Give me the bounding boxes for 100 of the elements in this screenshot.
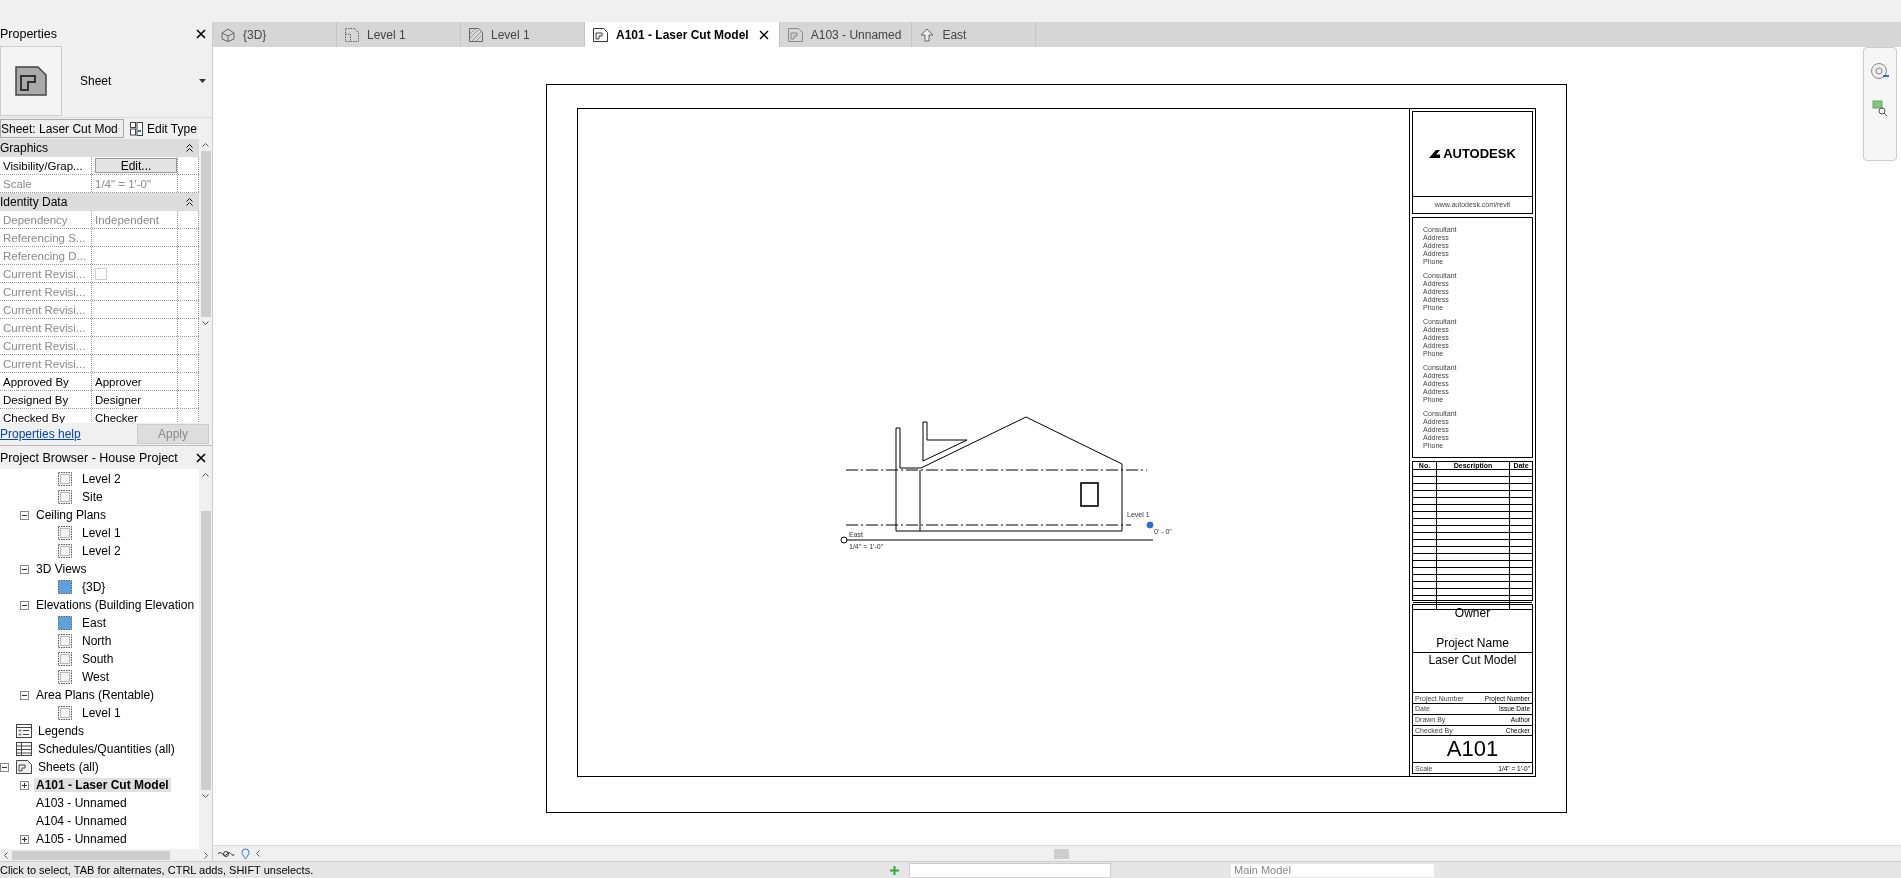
status-message: Click to select, TAB for alternates, CTRL adds, SHIFT unselects. <box>0 864 315 876</box>
ceiling-plan-icon <box>469 27 483 42</box>
tree-item[interactable]: Ceiling Plans <box>34 508 109 522</box>
house-icon <box>221 27 235 42</box>
collapse-icon[interactable] <box>20 564 29 574</box>
edit-type-button[interactable]: Edit Type <box>128 121 199 136</box>
owner-text: Owner <box>1454 605 1491 620</box>
view-icon <box>58 634 72 648</box>
logo-mark-icon <box>1429 149 1441 158</box>
view-icon <box>58 526 72 540</box>
tree-item[interactable]: A103 - Unnamed <box>34 796 129 810</box>
table-icon <box>16 742 32 756</box>
view-icon <box>58 616 72 630</box>
panel-title: Properties <box>0 26 57 41</box>
property-name: Referencing D... <box>0 247 92 264</box>
collapse-icon[interactable] <box>186 198 193 206</box>
tree-item[interactable]: A104 - Unnamed <box>34 814 129 828</box>
elevation-arrow-icon <box>920 27 935 42</box>
expand-icon[interactable] <box>20 834 29 844</box>
steering-wheel-icon[interactable] <box>1870 62 1890 82</box>
collapse-icon[interactable] <box>0 762 9 772</box>
tab-label: A103 - Unnamed <box>810 27 902 42</box>
tree-item[interactable]: South <box>80 652 116 666</box>
section-title: Identity Data <box>0 195 68 209</box>
tree-item[interactable]: Elevations (Building Elevation <box>34 598 197 612</box>
tree-item[interactable]: Level 2 <box>80 544 123 558</box>
scroll-right-icon[interactable] <box>204 851 208 859</box>
tab-label: A101 - Laser Cut Model <box>616 27 749 42</box>
scroll-up-icon[interactable] <box>202 473 209 477</box>
help-link[interactable]: Properties help <box>0 427 81 441</box>
view-icon <box>58 706 72 720</box>
property-value: Designer <box>95 393 142 406</box>
sheet-icon <box>15 66 47 96</box>
collapse-icon[interactable] <box>186 144 193 152</box>
property-name: Scale <box>0 175 92 192</box>
edit-button[interactable]: Edit... <box>95 158 177 173</box>
tree-item[interactable]: Level 1 <box>80 706 123 720</box>
tree-item[interactable]: 3D Views <box>34 562 89 576</box>
tree-item[interactable]: North <box>80 634 114 648</box>
scroll-left-icon[interactable] <box>256 850 260 857</box>
input-field[interactable] <box>909 862 1111 878</box>
collapse-icon[interactable] <box>20 600 29 610</box>
collapse-icon[interactable] <box>20 510 29 520</box>
sheet-icon <box>593 27 608 42</box>
tree-item[interactable]: {3D} <box>80 580 108 594</box>
tree-item[interactable]: Schedules/Quantities (all) <box>36 742 177 756</box>
dropdown-arrow-icon <box>199 79 206 83</box>
section-header[interactable]: Identity Data <box>0 193 199 211</box>
sheet-icon <box>16 760 32 774</box>
legend-icon <box>16 724 32 738</box>
zoom-icon[interactable] <box>1872 100 1888 116</box>
edit-type-icon <box>130 121 143 136</box>
scroll-up-icon[interactable] <box>202 143 209 147</box>
property-name: Visibility/Grap... <box>0 157 92 174</box>
tree-item[interactable]: Site <box>80 490 105 504</box>
tab-label: Level 1 <box>491 27 530 42</box>
tree-item[interactable]: East <box>80 616 108 630</box>
scroll-down-icon[interactable] <box>202 794 209 798</box>
view-icon <box>58 472 72 486</box>
scroll-left-icon[interactable] <box>4 851 8 859</box>
tree-item[interactable]: Legends <box>36 724 87 738</box>
location-pin-icon[interactable] <box>241 847 250 860</box>
property-name: Dependency <box>0 211 92 228</box>
property-name: Current Revisi... <box>0 337 92 354</box>
close-icon[interactable] <box>196 452 206 463</box>
type-name: Sheet <box>80 74 112 88</box>
property-name: Designed By <box>0 391 92 408</box>
property-value: Checker <box>95 411 138 423</box>
sheet-name: Laser Cut Model <box>1413 651 1532 667</box>
view-icon <box>58 580 72 594</box>
property-value: Independent <box>95 213 159 226</box>
instance-dropdown[interactable]: Sheet: Laser Cut Mod <box>0 119 124 138</box>
tree-item[interactable]: Area Plans (Rentable) <box>34 688 157 702</box>
tree-item[interactable]: West <box>80 670 112 684</box>
tab-label: East <box>942 27 967 42</box>
logo-text: AUTODESK <box>1443 146 1516 162</box>
sheet-icon <box>787 27 803 42</box>
tree-item[interactable]: Level 1 <box>80 526 123 540</box>
close-icon[interactable] <box>758 29 769 40</box>
scroll-down-icon[interactable] <box>202 320 209 325</box>
property-name: Current Revisi... <box>0 265 92 282</box>
close-icon[interactable] <box>196 28 206 39</box>
property-name: Checked By <box>0 409 92 423</box>
collapse-icon[interactable] <box>20 690 29 700</box>
tab-label: {3D} <box>243 27 267 42</box>
tree-item[interactable]: A101 - Laser Cut Model <box>34 778 171 792</box>
section-header[interactable]: Graphics <box>0 139 199 157</box>
type-selector[interactable]: Sheet <box>0 45 212 118</box>
workset-dropdown[interactable]: Main Model <box>1231 863 1434 877</box>
view-tab[interactable]: A101 - Laser Cut Model <box>585 22 780 47</box>
scrollbar-thumb[interactable] <box>1054 848 1069 859</box>
view-icon <box>58 544 72 558</box>
section-title: Graphics <box>0 141 49 155</box>
property-name: Current Revisi... <box>0 355 92 372</box>
property-name: Current Revisi... <box>0 319 92 336</box>
tree-item[interactable]: Sheets (all) <box>36 760 101 774</box>
expand-icon[interactable] <box>20 780 29 790</box>
tree-item[interactable]: A105 - Unnamed <box>34 832 129 846</box>
project-name: Project Name <box>1436 635 1509 650</box>
tree-item[interactable]: Level 2 <box>80 472 123 486</box>
